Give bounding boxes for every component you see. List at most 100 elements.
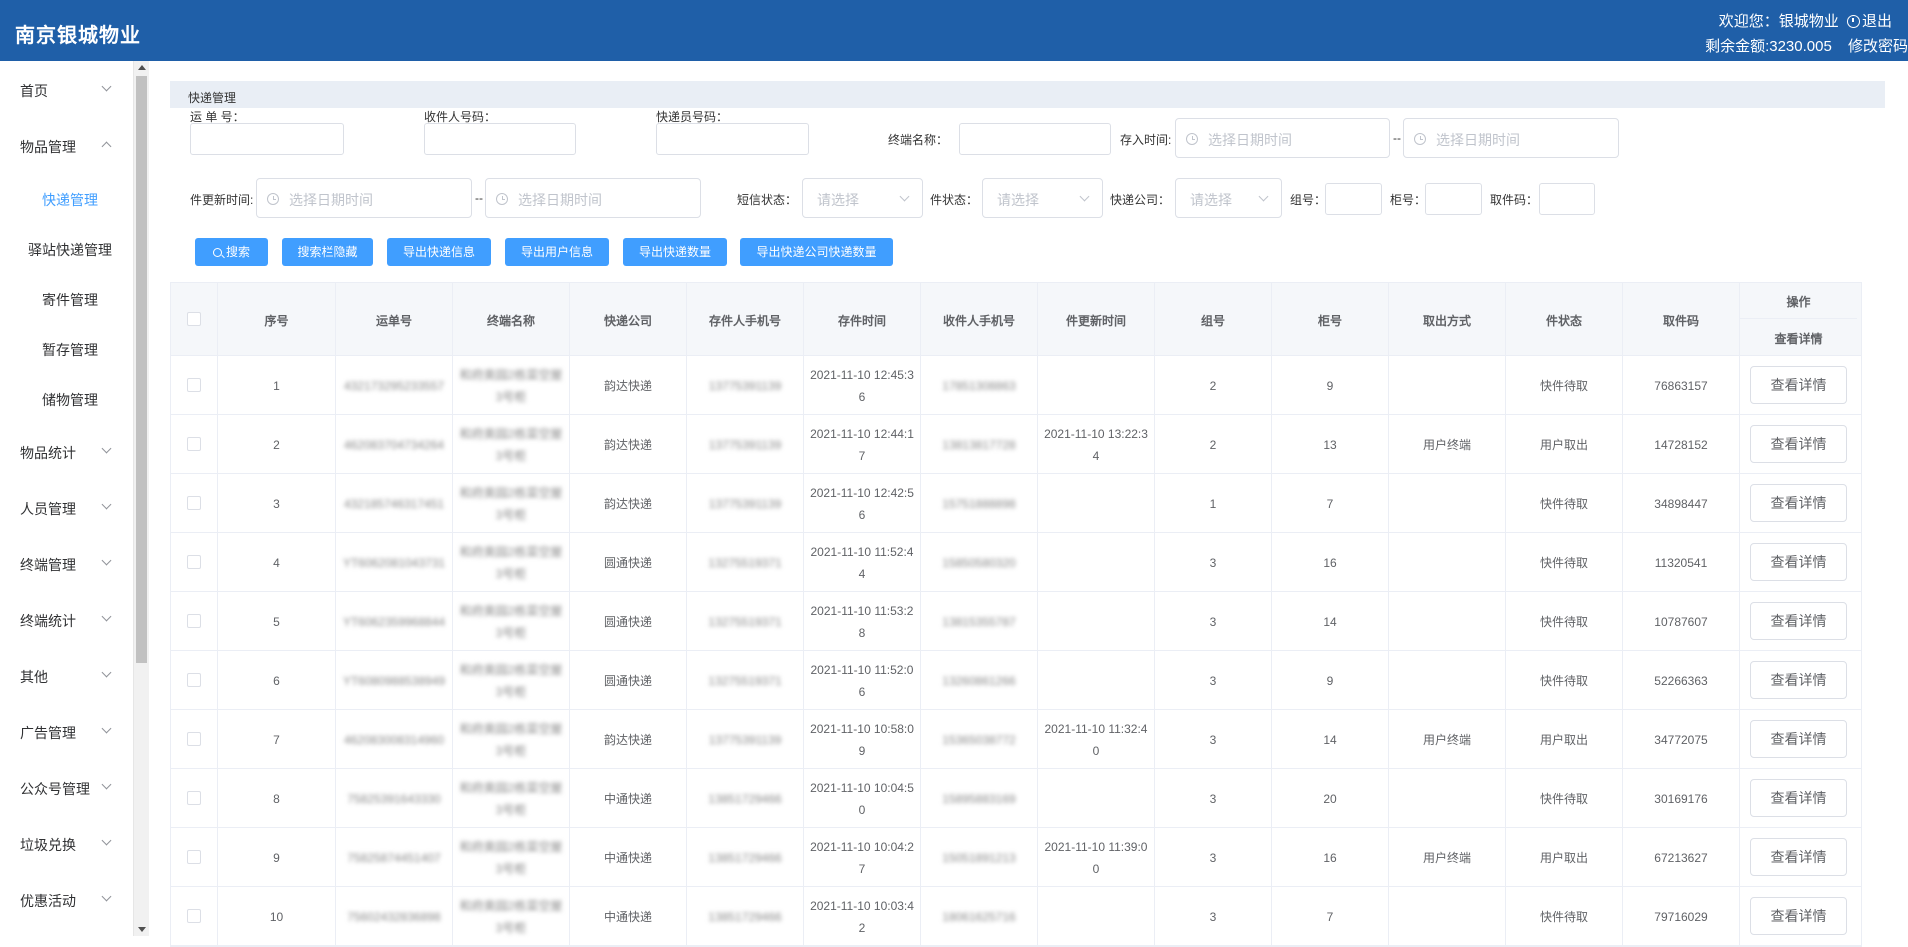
sidebar-subitem-label: 寄件管理 (42, 292, 98, 308)
row-checkbox[interactable] (187, 496, 201, 510)
pickup-code-input[interactable] (1539, 183, 1595, 215)
cell-value: 快件待取 (1539, 496, 1588, 511)
receiver-phone-input[interactable] (424, 123, 576, 155)
cell-receiver-phone: 15850580320 (921, 533, 1038, 592)
cell-cabinet-no: 16 (1272, 533, 1389, 592)
table-row[interactable]: 5 YT6062359968844 和府奥园2栋菜空屋3号柜 圆通快递 13275519… (171, 592, 1861, 651)
view-detail-button[interactable]: 查看详情 (1750, 720, 1847, 758)
table-row[interactable]: 2 462083704734264 和府奥园2栋菜空屋3号柜 韵达快递 13775391… (171, 415, 1861, 474)
view-detail-button[interactable]: 查看详情 (1750, 779, 1847, 817)
group-input[interactable] (1325, 183, 1382, 215)
row-checkbox[interactable] (187, 791, 201, 805)
view-detail-button[interactable]: 查看详情 (1750, 602, 1847, 640)
sidebar-subitem-storage[interactable]: 储物管理 (4, 378, 136, 418)
table-row[interactable]: 6 YT6080988538949 和府奥园2栋菜空屋3号柜 圆通快递 13275519… (171, 651, 1861, 710)
table-row[interactable]: 7 462083008314960 和府奥园2栋菜空屋3号柜 韵达快递 13775391… (171, 710, 1861, 769)
table-row[interactable]: 1 432173295233557 和府奥园2栋菜空屋3号柜 韵达快递 13775391… (171, 356, 1861, 415)
store-time-end-picker[interactable]: 选择日期时间 (1403, 118, 1619, 158)
sidebar-item-other[interactable]: 其他 (0, 655, 132, 695)
cell-pickup-method (1389, 356, 1506, 415)
scroll-down-arrow-icon[interactable] (138, 927, 146, 932)
sidebar-scrollbar[interactable] (134, 61, 149, 936)
sidebar-item-staff[interactable]: 人员管理 (0, 487, 132, 527)
row-checkbox[interactable] (187, 614, 201, 628)
sidebar-item-goods-stats[interactable]: 物品统计 (0, 431, 132, 471)
cabinet-input[interactable] (1425, 183, 1482, 215)
view-detail-button[interactable]: 查看详情 (1750, 661, 1847, 699)
cell-value: 76863157 (1654, 378, 1708, 393)
search-button[interactable]: 搜索 (195, 238, 268, 266)
column-header-express-company: 快递公司 (570, 283, 687, 356)
row-checkbox[interactable] (187, 909, 201, 923)
sms-status-select[interactable]: 请选择 (802, 178, 923, 218)
sidebar-subitem-send[interactable]: 寄件管理 (4, 278, 136, 318)
power-icon[interactable] (1846, 15, 1860, 28)
courier-phone-input[interactable] (656, 123, 809, 155)
view-detail-button[interactable]: 查看详情 (1750, 366, 1847, 404)
cell-express-company: 韵达快递 (570, 415, 687, 474)
sidebar-item-ads[interactable]: 广告管理 (0, 711, 132, 751)
row-checkbox[interactable] (187, 673, 201, 687)
view-detail-button[interactable]: 查看详情 (1750, 484, 1847, 522)
cell-seq: 8 (218, 769, 336, 828)
cell-value: 67213627 (1654, 850, 1708, 865)
column-header-receiver-phone: 收件人手机号 (921, 283, 1038, 356)
sidebar-item-terminal[interactable]: 终端管理 (0, 543, 132, 583)
view-detail-button[interactable]: 查看详情 (1750, 897, 1847, 935)
export-company-count-button[interactable]: 导出快递公司快递数量 (740, 238, 893, 266)
sidebar-item-home[interactable]: 首页 (0, 69, 132, 109)
cell-value: 快件待取 (1539, 614, 1588, 629)
waybill-input[interactable] (190, 123, 344, 155)
cell-item-status: 快件待取 (1506, 592, 1623, 651)
table-row[interactable]: 4 YT6062081043731 和府奥园2栋菜空屋3号柜 圆通快递 13275519… (171, 533, 1861, 592)
sidebar-item-promotions[interactable]: 优惠活动 (0, 879, 132, 919)
view-detail-button[interactable]: 查看详情 (1750, 543, 1847, 581)
change-password-link[interactable]: 修改密码 (1848, 38, 1908, 55)
update-time-end-picker[interactable]: 选择日期时间 (485, 178, 701, 218)
row-checkbox[interactable] (187, 850, 201, 864)
row-checkbox[interactable] (187, 732, 201, 746)
hide-search-button[interactable]: 搜索栏隐藏 (282, 238, 373, 266)
sidebar-item-garbage-exchange[interactable]: 垃圾兑换 (0, 823, 132, 863)
logout-link[interactable]: 退出 (1862, 13, 1892, 30)
cell-store-time: 2021-11-10 12:44:17 (804, 415, 921, 474)
cell-value: 75825874451407 (347, 850, 441, 865)
row-checkbox[interactable] (187, 555, 201, 569)
row-checkbox[interactable] (187, 378, 201, 392)
select-all-checkbox[interactable] (187, 312, 201, 326)
sidebar-item-terminal-stats[interactable]: 终端统计 (0, 599, 132, 639)
cell-waybill: 75825391643330 (336, 769, 453, 828)
export-express-button[interactable]: 导出快递信息 (387, 238, 491, 266)
cell-value: 13775391139 (708, 437, 782, 452)
export-count-button[interactable]: 导出快递数量 (623, 238, 727, 266)
terminal-name-input[interactable] (959, 123, 1111, 155)
cell-sender-phone: 13275519371 (687, 651, 804, 710)
table-row[interactable]: 10 75602432836898 和府奥园2栋菜空屋3号柜 中通快递 13851729… (171, 887, 1861, 946)
cell-value: 中通快递 (603, 791, 652, 806)
express-company-select[interactable]: 请选择 (1175, 178, 1282, 218)
scrollbar-thumb[interactable] (136, 76, 147, 663)
cell-pickup-method: 用户终端 (1389, 415, 1506, 474)
cell-terminal-name: 和府奥园2栋菜空屋3号柜 (453, 474, 570, 533)
row-checkbox[interactable] (187, 437, 201, 451)
sidebar-subitem-express[interactable]: 快递管理 (4, 178, 136, 218)
cell-value: 用户终端 (1422, 850, 1471, 865)
update-time-start-picker[interactable]: 选择日期时间 (256, 178, 472, 218)
cell-value: 3 (1209, 909, 1217, 924)
store-time-start-picker[interactable]: 选择日期时间 (1175, 118, 1390, 158)
sidebar-item-official-account[interactable]: 公众号管理 (0, 767, 132, 807)
table-row[interactable]: 3 432185746317451 和府奥园2栋菜空屋3号柜 韵达快递 13775391… (171, 474, 1861, 533)
sidebar-item-goods[interactable]: 物品管理 (0, 125, 132, 165)
table-row[interactable]: 8 75825391643330 和府奥园2栋菜空屋3号柜 中通快递 138517294… (171, 769, 1861, 828)
view-detail-button[interactable]: 查看详情 (1750, 425, 1847, 463)
sidebar-subitem-station-express[interactable]: 驿站快递管理 (4, 228, 136, 268)
scroll-up-arrow-icon[interactable] (138, 65, 146, 70)
export-user-button[interactable]: 导出用户信息 (505, 238, 609, 266)
item-status-select[interactable]: 请选择 (982, 178, 1103, 218)
cell-value: 52266363 (1654, 673, 1708, 688)
table-row[interactable]: 9 75825874451407 和府奥园2栋菜空屋3号柜 中通快递 138517294… (171, 828, 1861, 887)
cell-update-time (1038, 651, 1155, 710)
cell-value: 16 (1323, 555, 1337, 570)
view-detail-button[interactable]: 查看详情 (1750, 838, 1847, 876)
sidebar-subitem-temp-storage[interactable]: 暂存管理 (4, 328, 136, 368)
